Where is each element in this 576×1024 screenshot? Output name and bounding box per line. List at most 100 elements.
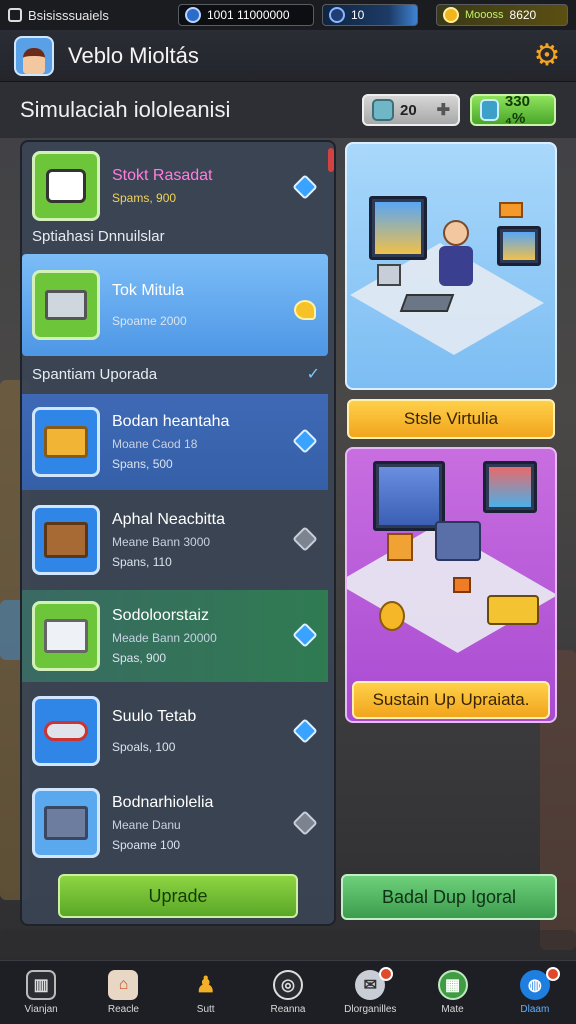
truck-icon — [487, 595, 539, 625]
notification-badge — [379, 967, 394, 981]
avatar[interactable] — [14, 35, 54, 76]
shelf-icon — [44, 806, 88, 840]
list-item[interactable]: Bodan heantaha Moane Caod 18 Spans, 500 — [22, 394, 328, 490]
item-sub: Moane Caod 18 — [112, 437, 198, 451]
nav-label: Reacle — [107, 1004, 139, 1015]
coin-icon — [185, 7, 201, 23]
item-name: Aphal Neacbitta — [112, 511, 225, 528]
item-name: Suulo Tetab — [112, 708, 197, 725]
gear-icon[interactable]: ⚙ — [532, 40, 562, 71]
calendar-icon: ▦ — [437, 970, 468, 1000]
monitor-icon — [373, 461, 445, 531]
treasure-chest-icon — [44, 426, 88, 458]
monitor-icon — [483, 461, 537, 513]
diamond-icon — [480, 99, 499, 121]
diamond-badge-icon — [292, 810, 318, 836]
status-left: Bsisisssuaiels — [8, 8, 170, 23]
pill1-value: 1001 11000000 — [207, 8, 290, 22]
nav-label: Sutt — [196, 1004, 215, 1015]
item-cost: Spas, 900 — [112, 651, 167, 665]
chevron-down-icon[interactable]: ✓ — [307, 364, 320, 384]
machine-icon — [435, 521, 481, 561]
cart-worker-icon — [46, 169, 86, 203]
nav-item-reacle[interactable]: ⌂ Reacle — [82, 961, 164, 1024]
item-cost: Spans, 500 — [112, 457, 173, 471]
item-cost: Spams, 900 — [112, 191, 177, 205]
nav-item-mate[interactable]: ▦ Mate — [411, 961, 493, 1024]
item-sub: Meade Bann 20000 — [112, 631, 217, 645]
item-thumbnail — [32, 505, 100, 575]
monitor-icon — [497, 226, 541, 266]
small-box-icon — [453, 577, 471, 593]
crate-icon — [44, 522, 88, 558]
item-thumbnail — [32, 788, 100, 858]
item-thumbnail — [32, 601, 100, 671]
store-virtual-button[interactable]: Stsle Virtulia — [347, 399, 555, 439]
resource-counter-1[interactable]: 20 ✚ — [362, 94, 460, 126]
keyboard-icon — [399, 294, 455, 312]
add-icon[interactable]: ✚ — [437, 100, 450, 120]
list-item[interactable]: Aphal Neacbitta Meane Bann 3000 Spans, 1… — [22, 494, 328, 586]
diamond-badge-icon — [292, 526, 318, 552]
gold-coin-icon — [443, 7, 459, 23]
diamond-badge-icon — [292, 622, 318, 648]
pill3-value: 8620 — [509, 8, 537, 22]
nav-label: Vianjan — [24, 1004, 58, 1015]
list-item-selected[interactable]: Tok Mitula Spoame 2000 — [22, 254, 328, 356]
res1-value: 20 — [400, 101, 417, 119]
item-cost: Spans, 110 — [112, 555, 172, 569]
diamond-badge-icon — [292, 428, 318, 454]
subheader: Simulaciah iololeanisi 20 ✚ 330 ₄% — [0, 82, 576, 138]
header: Veblo Mioltás ⚙ — [0, 30, 576, 82]
nav-label: Mate — [441, 1004, 464, 1015]
nav-item-reanna[interactable]: ◎ Reanna — [247, 961, 329, 1024]
list-item[interactable]: Bodnarhiolelia Meane Danu Spoame 100 — [22, 778, 328, 868]
nav-item-vianjan[interactable]: ▥ Vianjan — [0, 961, 82, 1024]
global-upgrade-button[interactable]: Badal Dup Igoral — [341, 874, 557, 920]
coin-icon — [379, 601, 405, 631]
scrollbar[interactable] — [328, 148, 334, 172]
worker-icon — [443, 220, 469, 246]
nav-label: Dlorganilles — [344, 1004, 397, 1015]
section-label-1: Sptiahasi Dnnuilslar — [32, 228, 165, 245]
list-item-top[interactable]: Stokt Rasadat Spams, 900 — [22, 148, 328, 224]
item-name: Bodnarhiolelia — [112, 794, 214, 811]
item-sub: Meane Bann 3000 — [112, 535, 211, 549]
section-title: Simulaciah iololeanisi — [20, 97, 231, 122]
nav-item-dlaam[interactable]: ◍ Dlaam — [494, 961, 576, 1024]
list-item[interactable]: Suulo Tetab Spoals, 100 — [22, 686, 328, 776]
item-thumbnail — [32, 696, 100, 766]
printer-icon — [377, 264, 401, 286]
gem-icon — [329, 7, 345, 23]
monitor-icon — [369, 196, 427, 260]
megaphone-icon — [44, 721, 88, 741]
currency-pill-2[interactable]: 10 — [322, 4, 418, 26]
resource-counter-2[interactable]: 330 ₄% — [470, 93, 556, 127]
diamond-badge-icon — [292, 718, 318, 744]
status-bar: Bsisisssuaiels 1001 11000000 10 Moooss 8… — [0, 0, 576, 30]
upgrade-button[interactable]: Uprade — [58, 874, 298, 918]
pill2-value: 10 — [351, 8, 365, 22]
item-thumbnail — [32, 270, 100, 340]
item-name: Stokt Rasadat — [112, 167, 213, 184]
office-illustration-card[interactable] — [345, 142, 557, 390]
item-name: Tok Mitula — [112, 282, 185, 299]
diamond-badge-icon — [292, 174, 318, 200]
item-sub: Meane Danu — [112, 818, 181, 832]
section-label-2: Spantiam Uporada — [32, 366, 158, 383]
status-left-label: Bsisisssuaiels — [28, 7, 109, 23]
trash-icon: ▥ — [26, 970, 57, 1000]
nav-item-sutt[interactable]: ♟ Sutt — [165, 961, 247, 1024]
nav-label: Reanna — [270, 1004, 306, 1015]
currency-pill-3[interactable]: Moooss 8620 — [436, 4, 568, 26]
crystal-icon — [372, 99, 394, 121]
nav-item-dlorganilles[interactable]: ✉ Dlorganilles — [329, 961, 411, 1024]
shop-icon: ⌂ — [108, 970, 139, 1000]
system-upgrade-button[interactable]: Sustain Up Upraiata. — [352, 681, 550, 719]
shopping-cart-icon — [45, 290, 87, 320]
item-name: Sodoloorstaiz — [112, 607, 209, 624]
currency-pill-1[interactable]: 1001 11000000 — [178, 4, 314, 26]
list-item[interactable]: Sodoloorstaiz Meade Bann 20000 Spas, 900 — [22, 590, 328, 682]
item-thumbnail — [32, 407, 100, 477]
nav-label: Dlaam — [520, 1004, 550, 1015]
